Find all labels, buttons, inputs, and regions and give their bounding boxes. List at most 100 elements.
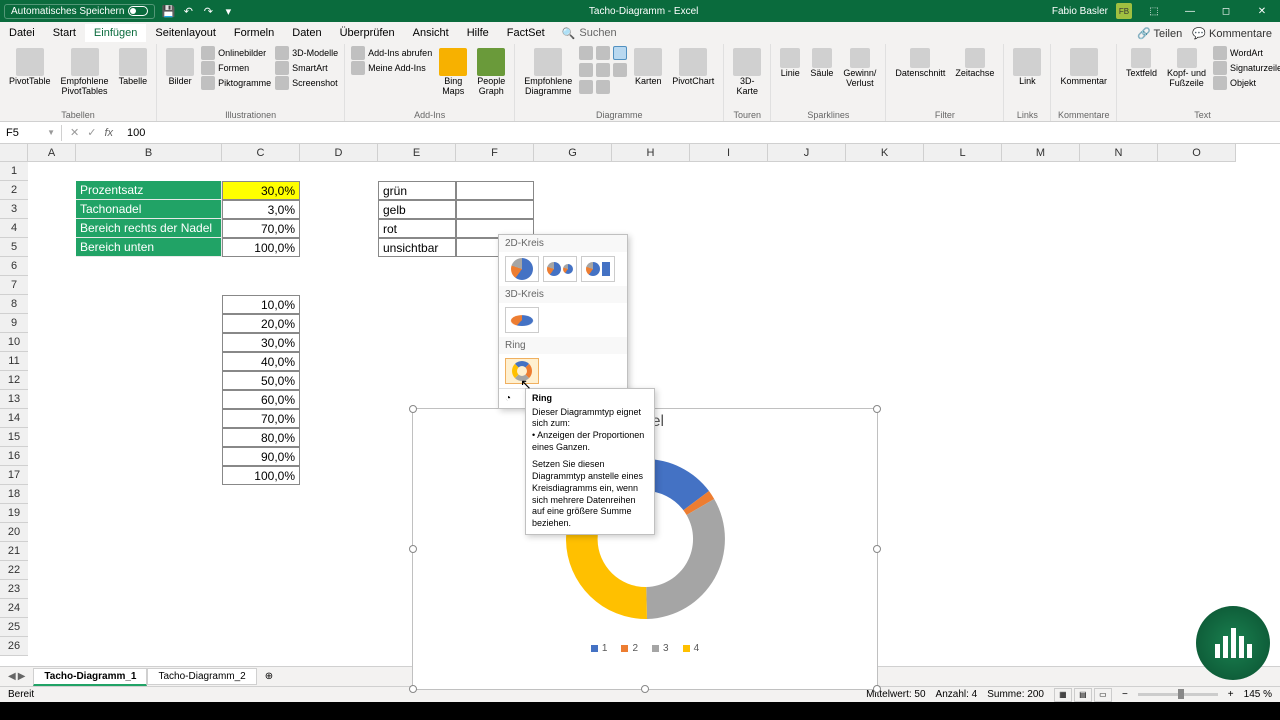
- menu-einfuegen[interactable]: Einfügen: [85, 24, 146, 42]
- chart-legend[interactable]: 1 2 3 4: [413, 639, 877, 658]
- cell-E3[interactable]: gelb: [378, 200, 456, 219]
- row-header-19[interactable]: 19: [0, 504, 28, 523]
- sparkline-winloss-button[interactable]: Gewinn/ Verlust: [840, 46, 879, 91]
- table-button[interactable]: Tabelle: [116, 46, 151, 89]
- row-header-21[interactable]: 21: [0, 542, 28, 561]
- tab-next-icon[interactable]: ▶: [18, 671, 26, 682]
- cell-C8[interactable]: 10,0%: [222, 295, 300, 314]
- stock-chart-icon[interactable]: [596, 80, 610, 94]
- 3d-map-button[interactable]: 3D- Karte: [730, 46, 764, 99]
- cell-F3[interactable]: [456, 200, 534, 219]
- cell-C11[interactable]: 40,0%: [222, 352, 300, 371]
- cell-B3[interactable]: Tachonadel: [76, 200, 222, 219]
- map-chart-icon[interactable]: [579, 80, 593, 94]
- row-header-1[interactable]: 1: [0, 162, 28, 181]
- pie-3d-option[interactable]: [505, 307, 539, 333]
- recommended-pivot-button[interactable]: Empfohlene PivotTables: [58, 46, 112, 99]
- col-header-D[interactable]: D: [300, 144, 378, 161]
- cancel-formula-icon[interactable]: ✕: [70, 126, 79, 139]
- doughnut-option[interactable]: [505, 358, 539, 384]
- row-header-11[interactable]: 11: [0, 352, 28, 371]
- row-header-10[interactable]: 10: [0, 333, 28, 352]
- recommended-charts-button[interactable]: Empfohlene Diagramme: [521, 46, 575, 99]
- menu-formeln[interactable]: Formeln: [225, 24, 283, 42]
- wordart-button[interactable]: WordArt: [1213, 46, 1280, 60]
- cell-F2[interactable]: [456, 181, 534, 200]
- area-chart-icon[interactable]: [579, 63, 593, 77]
- menu-ansicht[interactable]: Ansicht: [404, 24, 458, 42]
- cell-C13[interactable]: 60,0%: [222, 390, 300, 409]
- bar-chart-icon[interactable]: [579, 46, 593, 60]
- textbox-button[interactable]: Textfeld: [1123, 46, 1160, 81]
- menu-datei[interactable]: Datei: [0, 24, 44, 42]
- row-header-16[interactable]: 16: [0, 447, 28, 466]
- cell-C5[interactable]: 100,0%: [222, 238, 300, 257]
- bing-maps-button[interactable]: Bing Maps: [436, 46, 470, 99]
- col-header-F[interactable]: F: [456, 144, 534, 161]
- new-sheet-button[interactable]: ⊕: [257, 671, 281, 682]
- comments-button[interactable]: 💬 Kommentare: [1192, 27, 1272, 40]
- cell-C9[interactable]: 20,0%: [222, 314, 300, 333]
- zoom-level[interactable]: 145 %: [1244, 689, 1272, 700]
- timeline-button[interactable]: Zeitachse: [952, 46, 997, 81]
- share-button[interactable]: 🔗 Teilen: [1137, 27, 1182, 40]
- col-header-I[interactable]: I: [690, 144, 768, 161]
- col-header-O[interactable]: O: [1158, 144, 1236, 161]
- menu-start[interactable]: Start: [44, 24, 85, 42]
- sheet-tab-2[interactable]: Tacho-Diagramm_2: [147, 668, 256, 685]
- qat-more-icon[interactable]: ▾: [221, 4, 235, 18]
- shapes-button[interactable]: Formen: [201, 61, 271, 75]
- search-box[interactable]: 🔍Suchen: [562, 27, 617, 40]
- row-header-25[interactable]: 25: [0, 618, 28, 637]
- row-header-5[interactable]: 5: [0, 238, 28, 257]
- bar-of-pie-option[interactable]: [581, 256, 615, 282]
- maps-button[interactable]: Karten: [631, 46, 665, 89]
- row-header-24[interactable]: 24: [0, 599, 28, 618]
- row-header-15[interactable]: 15: [0, 428, 28, 447]
- screenshot-button[interactable]: Screenshot: [275, 76, 338, 90]
- tab-prev-icon[interactable]: ◀: [8, 671, 16, 682]
- my-addins-button[interactable]: Meine Add-Ins: [351, 61, 432, 75]
- menu-ueberpruefen[interactable]: Überprüfen: [331, 24, 404, 42]
- cell-C10[interactable]: 30,0%: [222, 333, 300, 352]
- cell-E2[interactable]: grün: [378, 181, 456, 200]
- signature-button[interactable]: Signaturzeile: [1213, 61, 1280, 75]
- row-header-17[interactable]: 17: [0, 466, 28, 485]
- minimize-button[interactable]: —: [1176, 0, 1204, 22]
- line-chart-icon[interactable]: [596, 46, 610, 60]
- online-pictures-button[interactable]: Onlinebilder: [201, 46, 271, 60]
- zoom-slider[interactable]: [1138, 693, 1218, 696]
- row-header-18[interactable]: 18: [0, 485, 28, 504]
- comment-button[interactable]: Kommentar: [1057, 46, 1110, 89]
- row-header-9[interactable]: 9: [0, 314, 28, 333]
- row-header-3[interactable]: 3: [0, 200, 28, 219]
- save-icon[interactable]: 💾: [161, 4, 175, 18]
- combo-chart-icon[interactable]: [613, 63, 627, 77]
- redo-icon[interactable]: ↷: [201, 4, 215, 18]
- spreadsheet-grid[interactable]: ABCDEFGHIJKLMNO 123456789101112131415161…: [0, 144, 1280, 654]
- sparkline-column-button[interactable]: Säule: [807, 46, 836, 81]
- pivotchart-button[interactable]: PivotChart: [669, 46, 717, 89]
- row-header-7[interactable]: 7: [0, 276, 28, 295]
- col-header-K[interactable]: K: [846, 144, 924, 161]
- row-header-4[interactable]: 4: [0, 219, 28, 238]
- row-header-6[interactable]: 6: [0, 257, 28, 276]
- row-header-13[interactable]: 13: [0, 390, 28, 409]
- col-header-J[interactable]: J: [768, 144, 846, 161]
- cell-C4[interactable]: 70,0%: [222, 219, 300, 238]
- user-name[interactable]: Fabio Basler: [1052, 6, 1108, 17]
- 3d-models-button[interactable]: 3D-Modelle: [275, 46, 338, 60]
- col-header-A[interactable]: A: [28, 144, 76, 161]
- row-header-14[interactable]: 14: [0, 409, 28, 428]
- row-header-22[interactable]: 22: [0, 561, 28, 580]
- row-header-26[interactable]: 26: [0, 637, 28, 656]
- sheet-tab-1[interactable]: Tacho-Diagramm_1: [33, 668, 147, 686]
- undo-icon[interactable]: ↶: [181, 4, 195, 18]
- cell-E4[interactable]: rot: [378, 219, 456, 238]
- slicer-button[interactable]: Datenschnitt: [892, 46, 948, 81]
- formula-input[interactable]: 100: [121, 125, 1280, 141]
- pie-2d-option[interactable]: [505, 256, 539, 282]
- page-layout-button[interactable]: ▤: [1074, 688, 1092, 702]
- cell-C17[interactable]: 100,0%: [222, 466, 300, 485]
- user-avatar[interactable]: FB: [1116, 3, 1132, 19]
